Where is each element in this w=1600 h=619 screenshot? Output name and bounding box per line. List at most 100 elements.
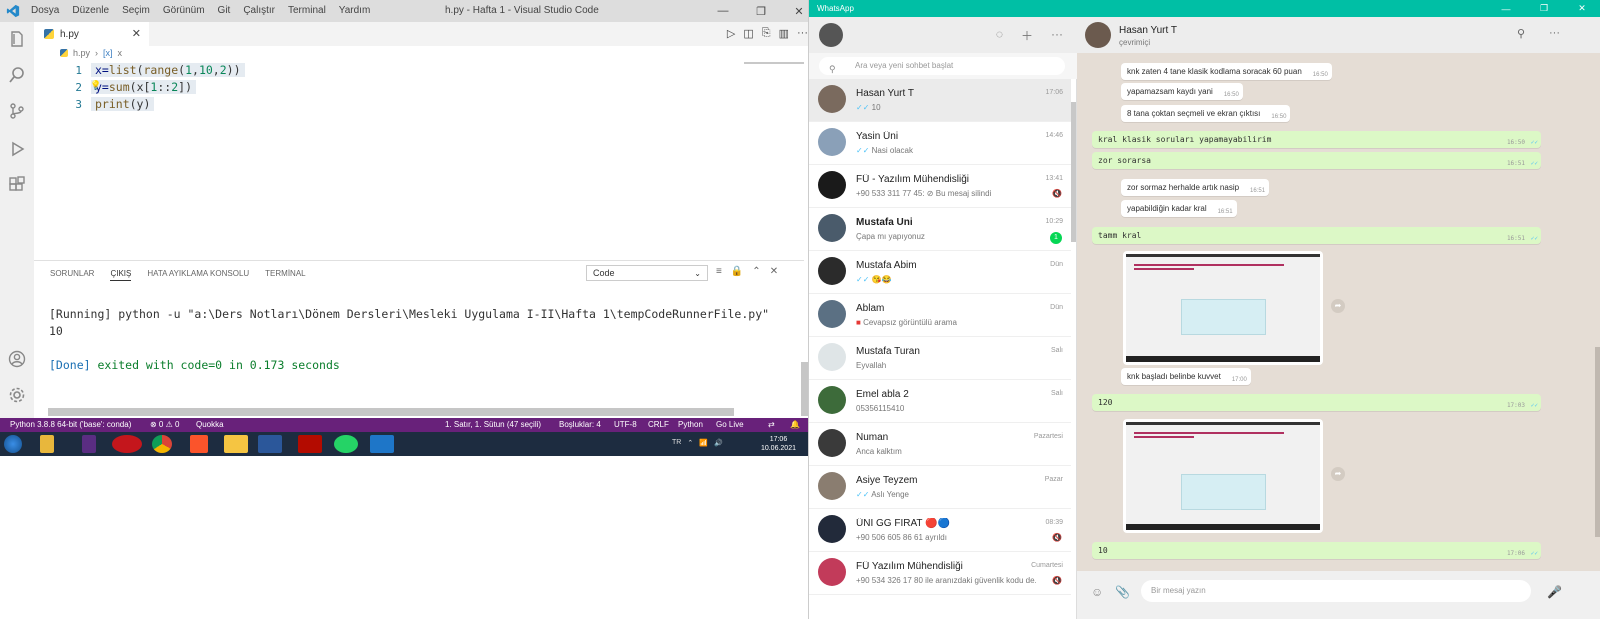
minimize-icon[interactable]: — [1487, 0, 1525, 17]
tweet-feedback-icon[interactable]: ⇄ [768, 420, 775, 429]
status-quokka[interactable]: Quokka [196, 420, 224, 429]
code-editor[interactable]: 1 2 3 x=list(range(1,10,2)) y=sum(x[1::2… [34, 60, 804, 260]
status-language[interactable]: Python [678, 420, 703, 429]
bell-icon[interactable]: 🔔 [790, 420, 800, 429]
menu-icon[interactable]: ··· [1051, 27, 1063, 44]
status-spaces[interactable]: Boşluklar: 4 [559, 420, 601, 429]
tab-h-py[interactable]: h.py ✕ [34, 22, 149, 46]
outgoing-message[interactable]: 120 17:03 ✓✓ [1092, 394, 1541, 411]
chat-list-item[interactable]: Mustafa Uni Çapa mı yapıyonuz 10:29 1 [809, 208, 1071, 251]
outgoing-message[interactable]: 10 17:06 ✓✓ [1092, 542, 1541, 559]
chat-list-item[interactable]: Mustafa Turan Eyvallah Salı [809, 337, 1071, 380]
tab-problems[interactable]: SORUNLAR [50, 269, 94, 281]
chat-list-item[interactable]: Yasin Üni ✓✓ Nasi olacak 14:46 [809, 122, 1071, 165]
file-explorer-pin-icon[interactable] [40, 435, 54, 453]
outgoing-message[interactable]: tamm kral 16:51 ✓✓ [1092, 227, 1541, 244]
word-icon[interactable] [258, 435, 282, 453]
volume-icon[interactable]: 🔊 [714, 439, 723, 447]
status-encoding[interactable]: UTF-8 [614, 420, 637, 429]
chrome-icon[interactable] [152, 435, 172, 453]
tab-debug-console[interactable]: HATA AYIKLAMA KONSOLU [147, 269, 249, 281]
microphone-icon[interactable]: 🎤 [1547, 585, 1562, 599]
chat-list-item[interactable]: FÜ - Yazılım Mühendisliği +90 533 311 77 … [809, 165, 1071, 208]
clear-output-icon[interactable]: ≡ [716, 266, 722, 277]
search-input[interactable]: ⚲ Ara veya yeni sohbet başlat [819, 57, 1065, 75]
whatsapp-taskbar-icon[interactable] [334, 435, 358, 453]
minimap[interactable] [744, 62, 804, 64]
acrobat-icon[interactable] [298, 435, 322, 453]
status-eol[interactable]: CRLF [648, 420, 669, 429]
close-tab-icon[interactable]: ✕ [132, 27, 141, 40]
status-icon[interactable]: ◌ [996, 27, 1003, 44]
gear-icon[interactable] [8, 386, 26, 404]
tab-output[interactable]: ÇIKIŞ [110, 269, 132, 281]
run-icon[interactable]: ▷ [727, 27, 735, 40]
windows-start-icon[interactable] [4, 435, 22, 453]
close-panel-icon[interactable]: ✕ [770, 266, 778, 277]
menu-gorunum[interactable]: Görünüm [163, 5, 205, 16]
account-icon[interactable] [8, 350, 26, 368]
breadcrumb-symbol[interactable]: x [118, 48, 123, 58]
menu-terminal[interactable]: Terminal [288, 5, 326, 16]
code-line[interactable]: print(y) [91, 97, 155, 111]
minimize-icon[interactable]: — [704, 0, 742, 22]
restore-icon[interactable]: ❐ [742, 0, 780, 22]
layout-icon[interactable]: ▥ [779, 27, 789, 40]
status-problems[interactable]: ⊗ 0 ⚠ 0 [150, 420, 179, 429]
app-icon[interactable] [82, 435, 96, 453]
conversation-header[interactable]: Hasan Yurt T çevrimiçi ⚲ ··· [1077, 17, 1600, 53]
status-interpreter[interactable]: Python 3.8.8 64-bit ('base': conda) [10, 420, 131, 429]
chevron-up-icon[interactable]: ⌃ [687, 439, 693, 447]
conversation-scrollbar[interactable] [1595, 347, 1600, 537]
forward-icon[interactable]: ➦ [1331, 299, 1345, 313]
incoming-message[interactable]: knk başladı belinbe kuvvet 17:00 [1121, 368, 1251, 385]
maximize-panel-icon[interactable]: ⌃ [752, 266, 760, 277]
outgoing-message[interactable]: kral klasik soruları yapamayabilirim 16:5… [1092, 131, 1541, 148]
input-language[interactable]: TR [672, 439, 681, 447]
code-line[interactable]: y=sum(x[1::2]) [91, 80, 197, 94]
lightbulb-icon[interactable]: 💡 [90, 80, 101, 91]
avatar[interactable] [819, 23, 843, 47]
split-editor-icon[interactable]: ◫ [743, 27, 753, 40]
opera-icon[interactable] [112, 435, 142, 453]
lock-icon[interactable]: 🔒 [731, 266, 743, 277]
incoming-message[interactable]: knk zaten 4 tane klasik kodlama soracak … [1121, 63, 1332, 80]
outgoing-message[interactable]: zor sorarsa 16:51 ✓✓ [1092, 152, 1541, 169]
search-icon[interactable] [8, 66, 26, 84]
menu-secim[interactable]: Seçim [122, 5, 150, 16]
attach-icon[interactable]: 📎 [1115, 585, 1130, 599]
menu-calistir[interactable]: Çalıştır [243, 5, 275, 16]
status-golive[interactable]: Go Live [716, 420, 744, 429]
incoming-message[interactable]: yapamazsam kaydı yani 16:50 [1121, 83, 1243, 100]
extensions-icon[interactable] [8, 176, 26, 194]
image-message[interactable] [1123, 419, 1323, 533]
source-control-icon[interactable] [8, 102, 26, 120]
chat-list-item[interactable]: FÜ Yazılım Mühendisliği +90 534 326 17 80… [809, 552, 1071, 595]
close-icon[interactable]: ✕ [1563, 0, 1600, 17]
contact-avatar[interactable] [1085, 22, 1111, 48]
chat-list-item[interactable]: Mustafa Abim ✓✓ 😘😂 Dün [809, 251, 1071, 294]
chat-list-item[interactable]: Hasan Yurt T ✓✓ 10 17:06 [809, 79, 1071, 122]
run-debug-icon[interactable] [8, 140, 26, 158]
tab-terminal[interactable]: TERMİNAL [265, 269, 305, 281]
output-channel-select[interactable]: Code ⌄ [586, 265, 708, 281]
menu-icon[interactable]: ··· [1549, 27, 1560, 39]
network-icon[interactable]: 📶 [699, 439, 708, 447]
incoming-message[interactable]: yapabildiğin kadar kral 16:51 [1121, 200, 1237, 217]
message-input[interactable]: Bir mesaj yazın [1141, 580, 1531, 602]
more-actions-icon[interactable]: ··· [797, 27, 808, 40]
vscode-taskbar-icon[interactable] [370, 435, 394, 453]
search-icon[interactable]: ⚲ [1517, 27, 1525, 40]
incoming-message[interactable]: zor sormaz herhalde artık nasip 16:51 [1121, 179, 1270, 196]
chat-list-item[interactable]: Numan Anca kalktım Pazartesi [809, 423, 1071, 466]
explorer-icon[interactable] [8, 30, 26, 48]
menu-dosya[interactable]: Dosya [31, 5, 59, 16]
chat-list-scrollbar[interactable] [1071, 102, 1076, 242]
menu-yardim[interactable]: Yardım [339, 5, 371, 16]
chat-list-item[interactable]: Emel abla 2 05356115410 Salı [809, 380, 1071, 423]
chat-list-item[interactable]: ÜNİ GG FIRAT 🔴🔵 +90 506 605 86 61 ayrıldı… [809, 509, 1071, 552]
emoji-icon[interactable]: ☺ [1091, 585, 1103, 599]
folder-icon[interactable] [224, 435, 248, 453]
taskbar-clock[interactable]: 17:06 10.06.2021 [761, 435, 796, 453]
chat-list-item[interactable]: Asiye Teyzem ✓✓ Aslı Yenge Pazar [809, 466, 1071, 509]
